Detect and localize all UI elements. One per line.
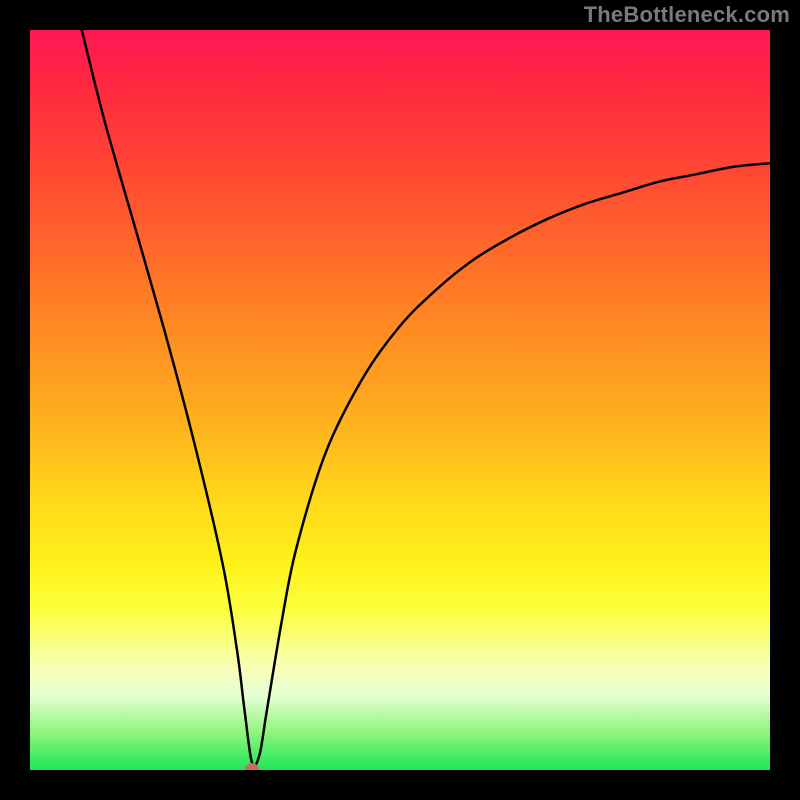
bottleneck-curve	[30, 30, 770, 770]
optimal-point-marker	[245, 763, 259, 770]
watermark-text: TheBottleneck.com	[584, 2, 790, 28]
plot-area	[30, 30, 770, 770]
chart-frame: TheBottleneck.com	[0, 0, 800, 800]
